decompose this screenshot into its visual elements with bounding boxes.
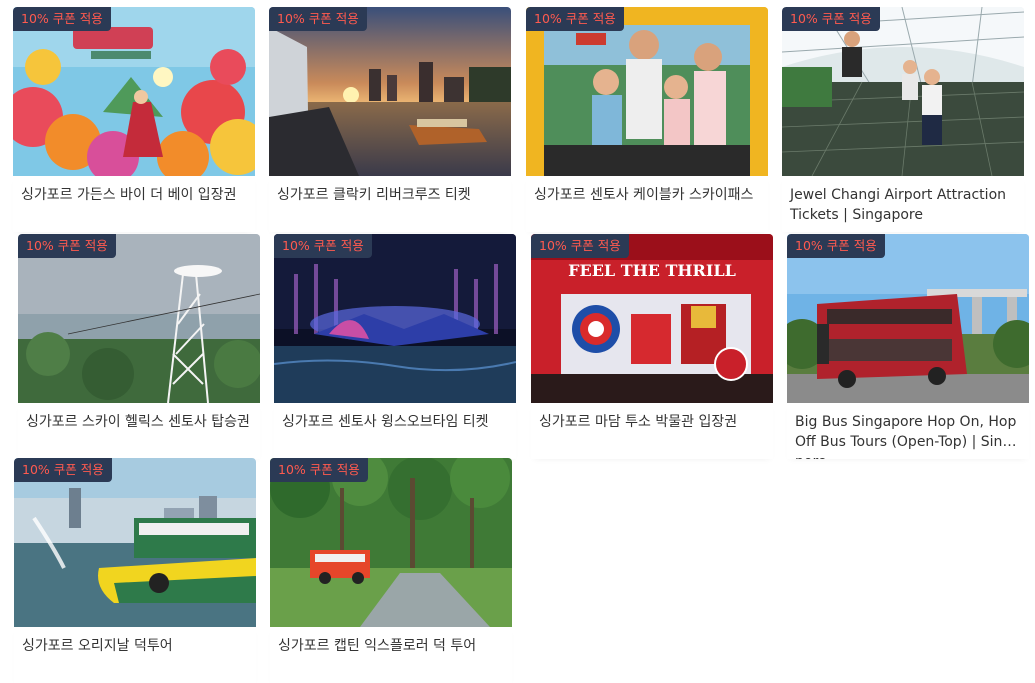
product-image-jewel[interactable]: 10% 쿠폰 적용: [782, 7, 1024, 176]
product-card[interactable]: 10% 쿠폰 적용 싱가포르 센토사 윙스오브타임 티켓: [274, 234, 516, 459]
coupon-badge: 10% 쿠폰 적용: [18, 234, 116, 258]
product-image-cable-car[interactable]: 10% 쿠폰 적용: [526, 7, 768, 176]
coupon-badge: 10% 쿠폰 적용: [782, 7, 880, 31]
product-card[interactable]: 10% 쿠폰 적용 Jewel Changi Airport Attractio…: [782, 7, 1024, 232]
product-card[interactable]: 10% 쿠폰 적용 싱가포르 클락키 리버크루즈 티켓: [269, 7, 511, 232]
coupon-badge: 10% 쿠폰 적용: [526, 7, 624, 31]
product-card[interactable]: FEEL THE THRILL 10% 쿠폰 적용 싱가포르 마담 투소 박물관…: [531, 234, 773, 459]
product-title[interactable]: 싱가포르 클락키 리버크루즈 티켓: [269, 176, 511, 232]
poster-headline: FEEL THE THRILL: [568, 261, 736, 280]
coupon-badge: 10% 쿠폰 적용: [13, 7, 111, 31]
coupon-badge: 10% 쿠폰 적용: [270, 458, 368, 482]
product-image-wings-of-time[interactable]: 10% 쿠폰 적용: [274, 234, 516, 403]
product-card[interactable]: 10% 쿠폰 적용 싱가포르 센토사 케이블카 스카이패스: [526, 7, 768, 232]
product-card[interactable]: 10% 쿠폰 적용 싱가포르 오리지날 덕투어: [14, 458, 256, 683]
product-image-gardens[interactable]: 10% 쿠폰 적용: [13, 7, 255, 176]
product-card[interactable]: 10% 쿠폰 적용 싱가포르 캡틴 익스플로러 덕 투어: [270, 458, 512, 683]
product-title[interactable]: 싱가포르 스카이 헬릭스 센토사 탑승권: [18, 403, 260, 459]
product-title[interactable]: Big Bus Singapore Hop On, Hop Off Bus To…: [787, 403, 1029, 459]
product-title[interactable]: Jewel Changi Airport Attraction Tickets …: [782, 176, 1024, 232]
coupon-badge: 10% 쿠폰 적용: [787, 234, 885, 258]
product-image-river-cruise[interactable]: 10% 쿠폰 적용: [269, 7, 511, 176]
coupon-badge: 10% 쿠폰 적용: [274, 234, 372, 258]
coupon-badge: 10% 쿠폰 적용: [531, 234, 629, 258]
product-image-big-bus[interactable]: 10% 쿠폰 적용: [787, 234, 1029, 403]
product-card[interactable]: 10% 쿠폰 적용 싱가포르 가든스 바이 더 베이 입장권: [13, 7, 255, 232]
product-image-madame-tussauds[interactable]: FEEL THE THRILL 10% 쿠폰 적용: [531, 234, 773, 403]
product-title[interactable]: 싱가포르 센토사 케이블카 스카이패스: [526, 176, 768, 232]
coupon-badge: 10% 쿠폰 적용: [14, 458, 112, 482]
product-title[interactable]: 싱가포르 마담 투소 박물관 입장권: [531, 403, 773, 459]
product-title[interactable]: 싱가포르 가든스 바이 더 베이 입장권: [13, 176, 255, 232]
product-card[interactable]: 10% 쿠폰 적용 싱가포르 스카이 헬릭스 센토사 탑승권: [18, 234, 260, 459]
product-image-captain-explorer[interactable]: 10% 쿠폰 적용: [270, 458, 512, 627]
product-title[interactable]: 싱가포르 오리지날 덕투어: [14, 627, 256, 683]
coupon-badge: 10% 쿠폰 적용: [269, 7, 367, 31]
product-image-sky-helix[interactable]: 10% 쿠폰 적용: [18, 234, 260, 403]
product-title[interactable]: 싱가포르 캡틴 익스플로러 덕 투어: [270, 627, 512, 683]
product-title[interactable]: 싱가포르 센토사 윙스오브타임 티켓: [274, 403, 516, 459]
product-card[interactable]: 10% 쿠폰 적용 Big Bus Singapore Hop On, Hop …: [787, 234, 1029, 459]
product-image-duck-tour[interactable]: 10% 쿠폰 적용: [14, 458, 256, 627]
